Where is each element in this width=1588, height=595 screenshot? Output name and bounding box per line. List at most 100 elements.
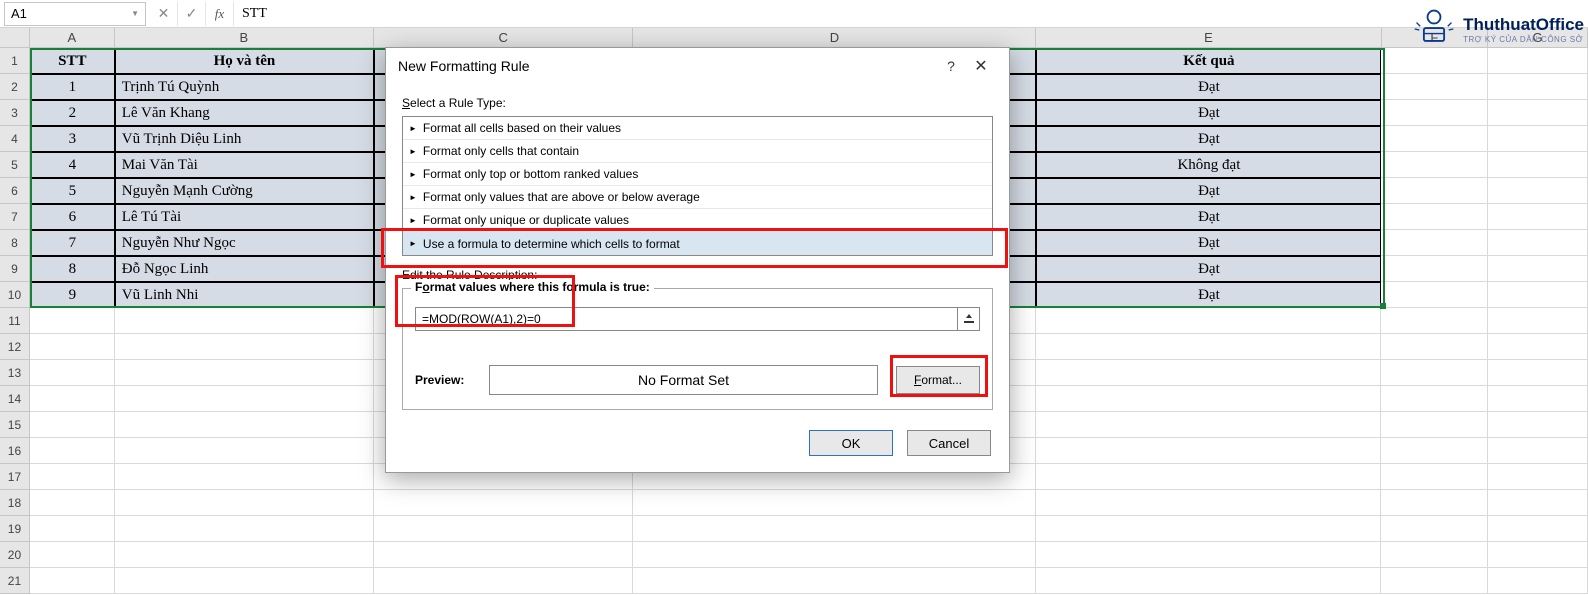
cell-A12[interactable] [30,334,115,360]
row-header[interactable]: 14 [0,386,30,412]
cell-F15[interactable] [1381,412,1488,438]
cell-B3[interactable]: Lê Văn Khang [115,100,374,126]
row-header[interactable]: 19 [0,516,30,542]
cell-E4[interactable]: Đạt [1036,126,1381,152]
name-box[interactable]: A1 ▼ [4,2,146,26]
cell-B7[interactable]: Lê Tú Tài [115,204,374,230]
cell-B9[interactable]: Đỗ Ngọc Linh [115,256,374,282]
dialog-titlebar[interactable]: New Formatting Rule ? ✕ [386,48,1009,84]
cell-G9[interactable] [1488,256,1588,282]
row-header[interactable]: 17 [0,464,30,490]
cell-G3[interactable] [1488,100,1588,126]
cell-G2[interactable] [1488,74,1588,100]
cell-A2[interactable]: 1 [30,74,115,100]
cell-D19[interactable] [633,516,1036,542]
cell-F17[interactable] [1381,464,1488,490]
cell-F8[interactable] [1381,230,1488,256]
cell-B17[interactable] [115,464,374,490]
cell-B16[interactable] [115,438,374,464]
row-header[interactable]: 4 [0,126,30,152]
col-header-A[interactable]: A [30,28,115,47]
cell-B12[interactable] [115,334,374,360]
row-header[interactable]: 16 [0,438,30,464]
rule-type-item[interactable]: ►Format only values that are above or be… [403,186,992,209]
cell-B18[interactable] [115,490,374,516]
row-header[interactable]: 8 [0,230,30,256]
cell-C21[interactable] [374,568,633,594]
cell-E18[interactable] [1036,490,1381,516]
cell-E16[interactable] [1036,438,1381,464]
cell-B1[interactable]: Họ và tên [115,48,374,74]
cell-G11[interactable] [1488,308,1588,334]
cell-F18[interactable] [1381,490,1488,516]
cell-F13[interactable] [1381,360,1488,386]
cell-E12[interactable] [1036,334,1381,360]
cell-E7[interactable]: Đạt [1036,204,1381,230]
formula-field[interactable]: =MOD(ROW(A1),2)=0 [415,307,958,331]
cell-B19[interactable] [115,516,374,542]
cell-E6[interactable]: Đạt [1036,178,1381,204]
row-header[interactable]: 3 [0,100,30,126]
cell-F19[interactable] [1381,516,1488,542]
cell-F21[interactable] [1381,568,1488,594]
row-header[interactable]: 12 [0,334,30,360]
cell-G21[interactable] [1488,568,1588,594]
cell-D18[interactable] [633,490,1036,516]
cell-C18[interactable] [374,490,633,516]
cell-F4[interactable] [1381,126,1488,152]
cell-A18[interactable] [30,490,115,516]
cell-G13[interactable] [1488,360,1588,386]
cell-B8[interactable]: Nguyễn Như Ngọc [115,230,374,256]
cell-A11[interactable] [30,308,115,334]
cell-G4[interactable] [1488,126,1588,152]
cell-B6[interactable]: Nguyễn Mạnh Cường [115,178,374,204]
cell-F20[interactable] [1381,542,1488,568]
row-header[interactable]: 20 [0,542,30,568]
cell-A3[interactable]: 2 [30,100,115,126]
cell-A1[interactable]: STT [30,48,115,74]
cell-E15[interactable] [1036,412,1381,438]
cell-C19[interactable] [374,516,633,542]
cell-B10[interactable]: Vũ Linh Nhi [115,282,374,308]
cell-B21[interactable] [115,568,374,594]
cell-F12[interactable] [1381,334,1488,360]
rule-type-item[interactable]: ►Format all cells based on their values [403,117,992,140]
cell-F6[interactable] [1381,178,1488,204]
cell-B4[interactable]: Vũ Trịnh Diệu Linh [115,126,374,152]
row-header[interactable]: 9 [0,256,30,282]
cell-G16[interactable] [1488,438,1588,464]
row-header[interactable]: 2 [0,74,30,100]
cell-A17[interactable] [30,464,115,490]
cell-E19[interactable] [1036,516,1381,542]
cell-G12[interactable] [1488,334,1588,360]
cell-F10[interactable] [1381,282,1488,308]
col-header-C[interactable]: C [374,28,633,47]
cell-E10[interactable]: Đạt [1036,282,1381,308]
format-button[interactable]: Format... [896,366,980,394]
cell-E14[interactable] [1036,386,1381,412]
cell-G20[interactable] [1488,542,1588,568]
cell-A5[interactable]: 4 [30,152,115,178]
row-header[interactable]: 1 [0,48,30,74]
cell-F2[interactable] [1381,74,1488,100]
col-header-D[interactable]: D [633,28,1036,47]
row-header[interactable]: 13 [0,360,30,386]
cell-G15[interactable] [1488,412,1588,438]
cell-F3[interactable] [1381,100,1488,126]
col-header-E[interactable]: E [1036,28,1381,47]
cell-A6[interactable]: 5 [30,178,115,204]
rule-type-list[interactable]: ►Format all cells based on their values … [402,116,993,256]
rule-type-item[interactable]: ►Format only unique or duplicate values [403,209,992,232]
rule-type-item-selected[interactable]: ►Use a formula to determine which cells … [403,232,992,255]
cell-A16[interactable] [30,438,115,464]
cell-D20[interactable] [633,542,1036,568]
cell-G5[interactable] [1488,152,1588,178]
cell-E1[interactable]: Kết quả [1036,48,1381,74]
cell-E20[interactable] [1036,542,1381,568]
cell-E21[interactable] [1036,568,1381,594]
cell-A21[interactable] [30,568,115,594]
cell-F9[interactable] [1381,256,1488,282]
cell-B11[interactable] [115,308,374,334]
cell-A20[interactable] [30,542,115,568]
cell-A7[interactable]: 6 [30,204,115,230]
